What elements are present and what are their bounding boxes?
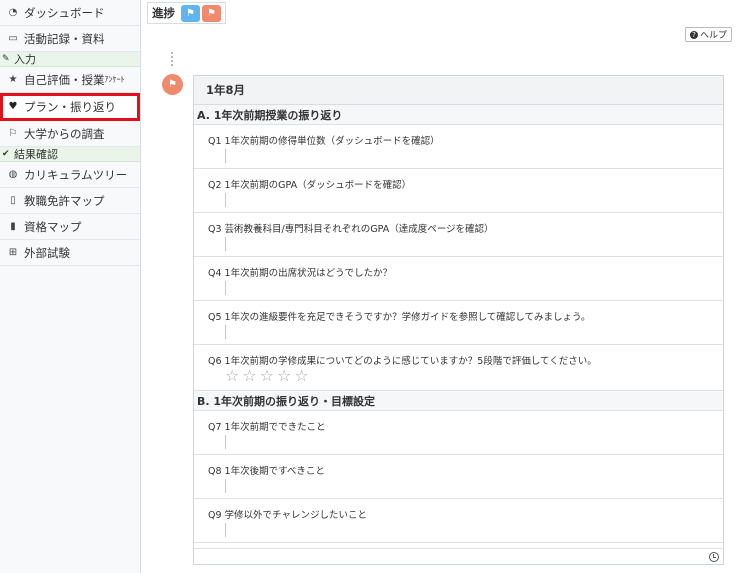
card-title: 1年8月	[194, 76, 723, 105]
sidebar-item-self-evaluation[interactable]: ★ 自己評価・授業 ｱﾝｹｰﾄ	[0, 67, 140, 93]
section-a-title: A. 1年次前期授業の振り返り	[194, 105, 723, 125]
star-icon[interactable]: ☆	[225, 368, 239, 384]
answer-cursor	[225, 325, 226, 339]
timeline-flag-marker: ⚑	[162, 74, 183, 95]
star-icon[interactable]: ☆	[294, 368, 308, 384]
sidebar-section-input: ✎ 入力	[0, 52, 140, 67]
sidebar-item-label-small: ｱﾝｹｰﾄ	[104, 75, 125, 84]
map-icon: ▮	[10, 221, 16, 232]
star-rating: ☆ ☆ ☆ ☆ ☆	[225, 368, 309, 384]
flag-outline-icon: ⚐	[8, 128, 18, 139]
sidebar: ◔ ダッシュボード ▭ 活動記録・資料 ✎ 入力 ★ 自己評価・授業 ｱﾝｹｰﾄ …	[0, 0, 141, 573]
progress-bar: 進捗 ⚑ ⚑	[147, 2, 226, 24]
id-card-icon: ▭	[8, 33, 18, 44]
question-text: Q5 1年次の進級要件を充足できそうですか？学修ガイドを参照して確認してみましょ…	[208, 312, 591, 323]
sidebar-item-label: 活動記録・資料	[24, 31, 105, 46]
question-q9[interactable]: Q9 学修以外でチャレンジしたいこと	[194, 499, 723, 543]
sitemap-icon: ⊞	[8, 247, 18, 258]
question-circle-icon: ?	[690, 30, 698, 39]
sidebar-item-label: プラン・振り返り	[24, 99, 116, 114]
section-b-title: B. 1年次前期の振り返り・目標設定	[194, 391, 723, 411]
timeline-connector	[171, 52, 173, 66]
sidebar-section-label: 入力	[14, 53, 36, 66]
sidebar-item-label: 大学からの調査	[24, 126, 105, 141]
question-q1[interactable]: Q1 1年次前期の修得単位数（ダッシュボードを確認）	[194, 125, 723, 169]
flag-icon: ⚑	[168, 79, 177, 90]
answer-cursor	[225, 237, 226, 251]
sidebar-item-teaching-license-map[interactable]: ▯ 教職免許マップ	[0, 188, 140, 214]
sidebar-item-curriculum-tree[interactable]: ◍ カリキュラムツリー	[0, 162, 140, 188]
globe-icon: ◍	[8, 169, 18, 180]
question-q4[interactable]: Q4 1年次前期の出席状況はどうでしたか？	[194, 257, 723, 301]
sidebar-item-qualification-map[interactable]: ▮ 資格マップ	[0, 214, 140, 240]
sidebar-item-label: ダッシュボード	[24, 5, 105, 20]
map-outline-icon: ▯	[10, 195, 16, 206]
question-q7[interactable]: Q7 1年次前期でできたこと	[194, 411, 723, 455]
question-q2[interactable]: Q2 1年次前期のGPA（ダッシュボードを確認）	[194, 169, 723, 213]
help-button[interactable]: ? ヘルプ	[685, 27, 733, 42]
sidebar-item-label: 外部試験	[24, 245, 70, 260]
flag-icon: ⚑	[186, 7, 195, 19]
sidebar-item-label: 資格マップ	[24, 219, 82, 234]
clock-icon[interactable]	[709, 552, 719, 562]
flag-icon: ⚑	[207, 7, 216, 19]
sidebar-item-dashboard[interactable]: ◔ ダッシュボード	[0, 0, 140, 26]
question-text: Q1 1年次前期の修得単位数（ダッシュボードを確認）	[208, 136, 440, 147]
answer-cursor	[225, 435, 226, 449]
star-icon: ★	[8, 74, 18, 85]
question-q5[interactable]: Q5 1年次の進級要件を充足できそうですか？学修ガイドを参照して確認してみましょ…	[194, 301, 723, 345]
sidebar-item-plan-review[interactable]: ♥ プラン・振り返り	[0, 93, 140, 121]
heart-icon: ♥	[8, 101, 18, 112]
question-q8[interactable]: Q8 1年次後期ですべきこと	[194, 455, 723, 499]
dashboard-icon: ◔	[8, 7, 18, 18]
sidebar-item-external-exams[interactable]: ⊞ 外部試験	[0, 240, 140, 266]
question-text: Q9 学修以外でチャレンジしたいこと	[208, 510, 367, 521]
star-icon[interactable]: ☆	[242, 368, 256, 384]
sidebar-item-university-survey[interactable]: ⚐ 大学からの調査	[0, 121, 140, 147]
star-icon[interactable]: ☆	[277, 368, 291, 384]
sidebar-section-results: ✔ 結果確認	[0, 147, 140, 162]
question-q3[interactable]: Q3 芸術教養科目/専門科目それぞれのGPA（達成度ページを確認）	[194, 213, 723, 257]
question-text: Q2 1年次前期のGPA（ダッシュボードを確認）	[208, 180, 412, 191]
question-text: Q6 1年次前期の学修成果についてどのように感じていますか？5段階で評価してくだ…	[208, 356, 597, 367]
answer-cursor	[225, 149, 226, 163]
question-text: Q4 1年次前期の出席状況はどうでしたか？	[208, 268, 393, 279]
sidebar-item-label: 自己評価・授業	[24, 72, 105, 87]
progress-flag-orange-button[interactable]: ⚑	[202, 4, 221, 22]
check-icon: ✔	[2, 149, 10, 159]
plan-review-card: 1年8月 A. 1年次前期授業の振り返り Q1 1年次前期の修得単位数（ダッシュ…	[193, 75, 724, 565]
answer-cursor	[225, 523, 226, 537]
sidebar-item-label: カリキュラムツリー	[24, 167, 128, 182]
progress-label: 進捗	[152, 6, 175, 20]
star-icon[interactable]: ☆	[260, 368, 274, 384]
sidebar-section-label: 結果確認	[14, 148, 58, 161]
answer-cursor	[225, 281, 226, 295]
question-text: Q8 1年次後期ですべきこと	[208, 466, 325, 477]
question-text: Q7 1年次前期でできたこと	[208, 422, 326, 433]
card-footer	[194, 548, 723, 564]
sidebar-item-activity-records[interactable]: ▭ 活動記録・資料	[0, 26, 140, 52]
answer-cursor	[225, 479, 226, 493]
question-q6: Q6 1年次前期の学修成果についてどのように感じていますか？5段階で評価してくだ…	[194, 345, 723, 391]
pencil-icon: ✎	[2, 54, 10, 64]
sidebar-item-label: 教職免許マップ	[24, 193, 105, 208]
answer-cursor	[225, 193, 226, 207]
help-label: ヘルプ	[700, 31, 728, 41]
progress-flag-blue-button[interactable]: ⚑	[181, 4, 200, 22]
question-text: Q3 芸術教養科目/専門科目それぞれのGPA（達成度ページを確認）	[208, 224, 494, 235]
